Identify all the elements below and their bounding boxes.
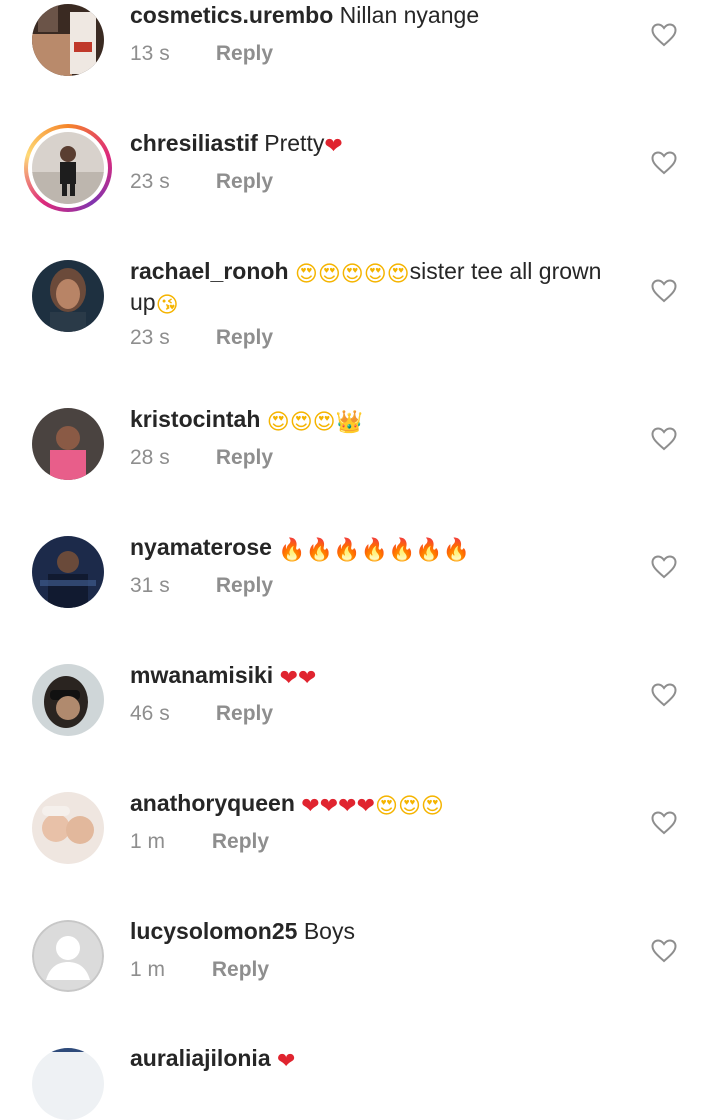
avatar-image xyxy=(32,792,104,864)
comment-meta: 1 m Reply xyxy=(130,958,269,982)
comment-body: ❤❤❤❤😍😍😍 xyxy=(301,794,444,819)
comment-text: rachael_ronoh 😍😍😍😍😍sister tee all grown … xyxy=(130,256,610,318)
avatar-image xyxy=(32,132,104,204)
timestamp: 23 s xyxy=(130,170,170,193)
avatar-image xyxy=(32,1048,104,1120)
username[interactable]: cosmetics.urembo xyxy=(130,2,333,28)
heart-outline-icon[interactable] xyxy=(651,555,677,579)
comment-meta: 1 m Reply xyxy=(130,830,269,854)
comment-text: nyamaterose 🔥🔥🔥🔥🔥🔥🔥 xyxy=(130,532,610,563)
comment-meta: 13 s Reply xyxy=(130,42,273,66)
timestamp: 1 m xyxy=(130,958,166,981)
reply-button[interactable]: Reply xyxy=(212,830,269,853)
comment-text: cosmetics.urembo Nillan nyange xyxy=(130,0,610,30)
comment-meta: 46 s Reply xyxy=(130,702,273,726)
timestamp: 23 s xyxy=(130,326,170,349)
comment-text: auraliajilonia ❤ xyxy=(130,1043,610,1074)
heart-outline-icon[interactable] xyxy=(651,427,677,451)
avatar-image xyxy=(32,664,104,736)
comment-body: 🔥🔥🔥🔥🔥🔥🔥 xyxy=(278,538,471,563)
reply-button[interactable]: Reply xyxy=(216,702,273,725)
heart-outline-icon[interactable] xyxy=(651,683,677,707)
reply-button[interactable]: Reply xyxy=(216,42,273,65)
comment-meta: 23 s Reply xyxy=(130,326,273,350)
reply-button[interactable]: Reply xyxy=(216,326,273,349)
comment-text: mwanamisiki ❤❤ xyxy=(130,660,610,691)
timestamp: 1 m xyxy=(130,830,166,853)
username[interactable]: chresiliastif xyxy=(130,130,258,156)
avatar[interactable] xyxy=(32,408,104,480)
comment-body: Boys xyxy=(303,918,355,944)
avatar[interactable] xyxy=(32,792,104,864)
username[interactable]: anathoryqueen xyxy=(130,790,295,816)
comment-body: ❤❤ xyxy=(279,666,317,691)
heart-outline-icon[interactable] xyxy=(651,811,677,835)
comment-body: Pretty❤ xyxy=(264,130,343,159)
username[interactable]: nyamaterose xyxy=(130,534,272,560)
comment-text: anathoryqueen ❤❤❤❤😍😍😍 xyxy=(130,788,610,819)
avatar[interactable] xyxy=(32,260,104,332)
avatar[interactable] xyxy=(32,664,104,736)
comment-text: kristocintah 😍😍😍👑 xyxy=(130,404,610,435)
timestamp: 31 s xyxy=(130,574,170,597)
avatar[interactable] xyxy=(24,124,112,212)
timestamp: 46 s xyxy=(130,702,170,725)
reply-button[interactable]: Reply xyxy=(216,574,273,597)
reply-button[interactable]: Reply xyxy=(212,958,269,981)
comment-body: 😍😍😍👑 xyxy=(266,410,363,435)
avatar-image xyxy=(32,4,104,76)
timestamp: 13 s xyxy=(130,42,170,65)
username[interactable]: auraliajilonia xyxy=(130,1045,271,1071)
avatar-image xyxy=(32,536,104,608)
comment-meta: 31 s Reply xyxy=(130,574,273,598)
username[interactable]: lucysolomon25 xyxy=(130,918,297,944)
username[interactable]: kristocintah xyxy=(130,406,260,432)
heart-outline-icon[interactable] xyxy=(651,23,677,47)
heart-outline-icon[interactable] xyxy=(651,151,677,175)
avatar[interactable] xyxy=(32,920,104,992)
timestamp: 28 s xyxy=(130,446,170,469)
reply-button[interactable]: Reply xyxy=(216,446,273,469)
reply-button[interactable]: Reply xyxy=(216,170,273,193)
story-ring xyxy=(28,128,108,208)
comment-meta: 28 s Reply xyxy=(130,446,273,470)
username[interactable]: rachael_ronoh xyxy=(130,258,289,284)
avatar-image xyxy=(32,260,104,332)
default-avatar-icon xyxy=(32,920,104,992)
heart-outline-icon[interactable] xyxy=(651,939,677,963)
comment-body: Nillan nyange xyxy=(339,2,480,28)
avatar[interactable] xyxy=(32,1048,104,1120)
comment-body: ❤ xyxy=(277,1049,296,1074)
comment-meta: 23 s Reply xyxy=(130,170,273,194)
heart-outline-icon[interactable] xyxy=(651,279,677,303)
comment-text: lucysolomon25 Boys xyxy=(130,916,610,946)
avatar[interactable] xyxy=(32,4,104,76)
username[interactable]: mwanamisiki xyxy=(130,662,273,688)
comment-text: chresiliastif Pretty❤ xyxy=(130,128,610,159)
avatar[interactable] xyxy=(32,536,104,608)
avatar-image xyxy=(32,408,104,480)
